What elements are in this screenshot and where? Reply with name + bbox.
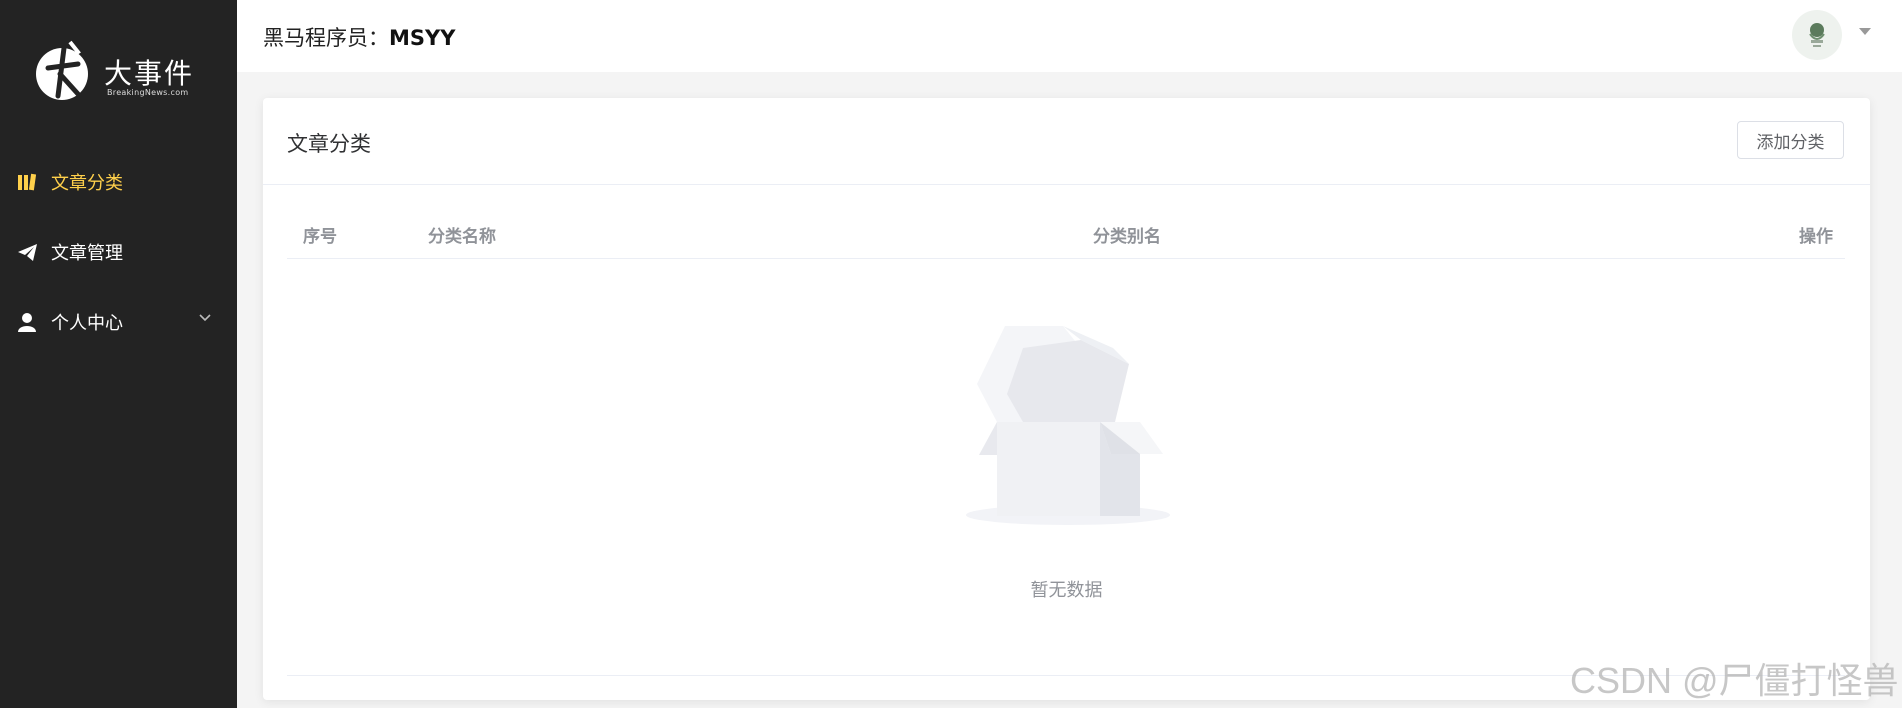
username: MSYY xyxy=(389,26,456,50)
card-title: 文章分类 xyxy=(287,132,371,156)
avatar-image-icon xyxy=(1809,23,1825,47)
sidebar-item-article-category[interactable]: 文章分类 xyxy=(0,152,237,212)
user-icon xyxy=(17,312,37,332)
header: 黑马程序员：MSYY xyxy=(237,0,1902,72)
column-header-actions: 操作 xyxy=(1799,227,1833,247)
chevron-down-icon xyxy=(199,314,211,322)
empty-box-icon xyxy=(966,326,1170,525)
column-header-name: 分类名称 xyxy=(428,227,496,247)
avatar[interactable] xyxy=(1792,10,1842,60)
sidebar-item-personal-center[interactable]: 个人中心 xyxy=(0,292,237,352)
paper-plane-icon xyxy=(17,242,37,262)
empty-text: 暂无数据 xyxy=(1030,580,1103,601)
logo: 大事件 BreakingNews.com xyxy=(34,38,194,108)
logo-subtitle: BreakingNews.com xyxy=(107,88,189,97)
column-header-alias: 分类别名 xyxy=(1093,227,1161,247)
add-category-button[interactable]: 添加分类 xyxy=(1737,121,1844,159)
book-icon xyxy=(17,172,37,192)
welcome-prefix: 黑马程序员： xyxy=(263,26,389,50)
watermark: CSDN @尸僵打怪兽 xyxy=(1570,660,1899,701)
welcome-text: 黑马程序员：MSYY xyxy=(263,22,455,52)
card-header: 文章分类 添加分类 xyxy=(263,98,1870,185)
column-header-index: 序号 xyxy=(303,227,337,247)
logo-mark-icon xyxy=(36,40,88,100)
sidebar: 大事件 BreakingNews.com 文章分类 文章管理 个人中心 xyxy=(0,0,237,708)
sidebar-item-article-manage[interactable]: 文章管理 xyxy=(0,222,237,282)
caret-down-icon[interactable] xyxy=(1859,28,1871,36)
sidebar-item-label: 文章分类 xyxy=(51,173,123,194)
logo-title: 大事件 xyxy=(104,57,195,90)
category-card: 文章分类 添加分类 序号 分类名称 分类别名 操作 暂无数据 xyxy=(263,98,1870,700)
table-header: 序号 分类名称 分类别名 操作 xyxy=(287,208,1845,259)
sidebar-item-label: 文章管理 xyxy=(51,243,123,264)
sidebar-item-label: 个人中心 xyxy=(51,313,123,334)
